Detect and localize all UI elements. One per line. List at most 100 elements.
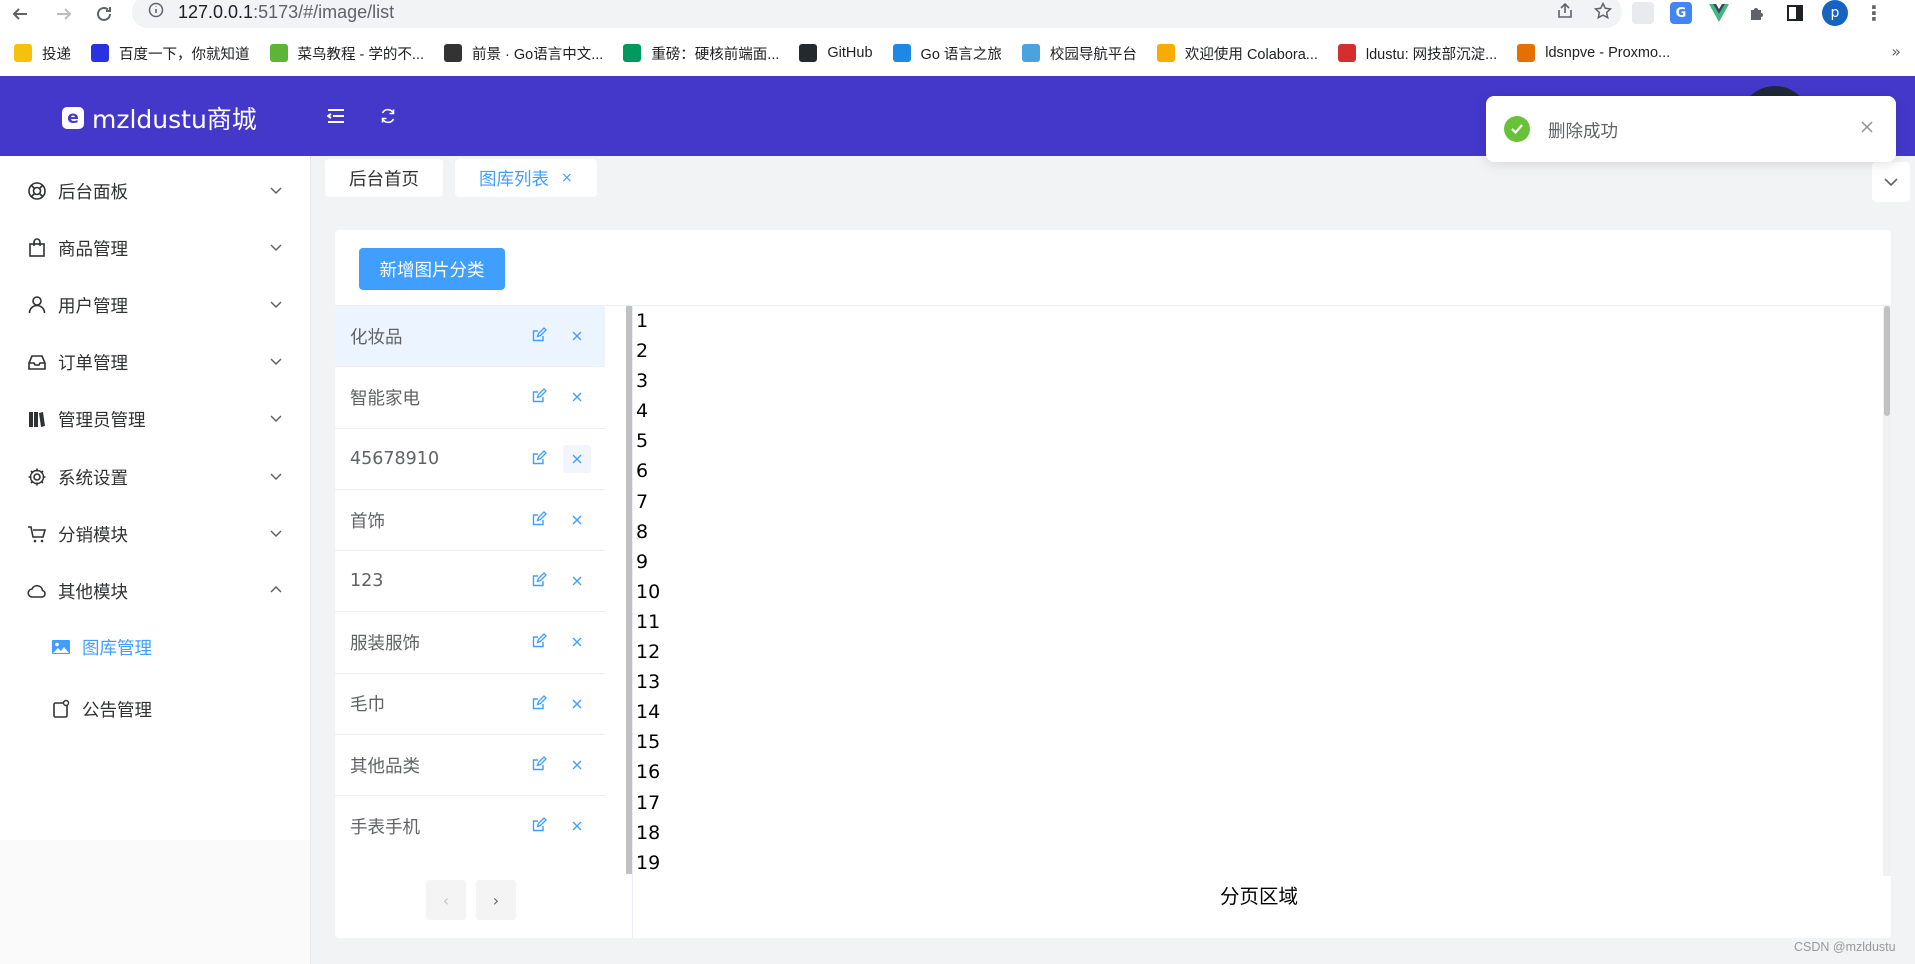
- delete-icon[interactable]: [563, 383, 591, 411]
- bookmark-item[interactable]: 百度一下，你就知道: [91, 43, 250, 64]
- image-list-card: 新增图片分类 化妆品 智能家电 45678910 首饰 123 服装服饰 毛巾 其他品类 手表手…: [335, 230, 1891, 938]
- delete-icon[interactable]: [563, 322, 591, 350]
- content-line: 1: [636, 310, 649, 332]
- category-row[interactable]: 首饰: [335, 490, 605, 552]
- chevron-down-icon: [268, 410, 286, 428]
- category-row[interactable]: 化妆品: [335, 306, 605, 368]
- content-line: 13: [636, 671, 661, 694]
- success-toast: 删除成功: [1486, 96, 1896, 162]
- bookmark-item[interactable]: 重磅：硬核前端面...: [623, 43, 779, 64]
- category-row[interactable]: 智能家电: [335, 367, 605, 429]
- side-panel-icon[interactable]: [1784, 2, 1806, 24]
- address-bar[interactable]: 127.0.0.1:5173/#/image/list: [132, 0, 1622, 28]
- sidebar: 后台面板 商品管理 用户管理 订单管理 管理员管理 系统设置 分销模块 其他模块 图库管理 公告管…: [0, 156, 311, 964]
- bookmark-label: 投递: [42, 46, 71, 63]
- watermark: CSDN @mzldustu: [1794, 940, 1896, 954]
- shopping-bag-icon: [26, 237, 48, 259]
- share-icon[interactable]: [1556, 2, 1574, 25]
- toast-close-icon[interactable]: [1858, 118, 1876, 136]
- translate-icon[interactable]: G: [1670, 2, 1692, 24]
- bookmark-item[interactable]: ldustu: 网技部沉淀...: [1337, 43, 1498, 64]
- scrollbar-thumb[interactable]: [1884, 306, 1890, 416]
- cart-icon: [26, 523, 48, 545]
- star-icon[interactable]: [1593, 1, 1613, 25]
- reload-icon[interactable]: [92, 2, 116, 26]
- content-line: 17: [636, 791, 661, 814]
- lifebuoy-icon: [26, 180, 48, 202]
- browser-menu-icon[interactable]: ⋮: [1864, 1, 1884, 25]
- profile-avatar[interactable]: p: [1822, 0, 1848, 26]
- puzzle-icon[interactable]: [1746, 2, 1768, 24]
- bookmark-favicon-icon: [1337, 44, 1356, 62]
- sidebar-subitem-notice[interactable]: 公告管理: [0, 678, 310, 740]
- edit-icon[interactable]: [531, 510, 549, 529]
- picture-icon: [50, 636, 72, 658]
- edit-icon[interactable]: [531, 756, 549, 774]
- content-line: 3: [636, 370, 649, 393]
- sidebar-item-label: 公告管理: [82, 700, 152, 721]
- notice-icon: [50, 698, 72, 720]
- category-row[interactable]: 123: [335, 551, 605, 613]
- delete-icon[interactable]: [563, 690, 591, 718]
- bookmark-item[interactable]: 欢迎使用 Colabora...: [1156, 43, 1318, 64]
- bookmark-item[interactable]: 投递: [14, 43, 71, 64]
- edit-icon[interactable]: [531, 449, 549, 468]
- delete-icon[interactable]: [563, 628, 591, 656]
- info-icon[interactable]: [148, 2, 164, 22]
- category-list: 化妆品 智能家电 45678910 首饰 123 服装服饰 毛巾 其他品类 手表手机: [335, 306, 605, 856]
- tab-home[interactable]: 后台首页: [325, 159, 443, 197]
- bookmarks-more-icon[interactable]: »: [1891, 42, 1901, 61]
- close-icon[interactable]: ×: [561, 170, 573, 186]
- bookmark-item[interactable]: 前景 · Go语言中文...: [443, 43, 603, 64]
- logo-icon: e: [62, 107, 84, 129]
- bookmark-item[interactable]: Go 语言之旅: [892, 43, 1002, 64]
- bookmark-item[interactable]: 菜鸟教程 - 学的不...: [269, 43, 424, 64]
- notebook-icon: [26, 408, 48, 430]
- success-check-icon: [1504, 116, 1530, 142]
- category-row[interactable]: 服装服饰: [335, 612, 605, 674]
- delete-icon[interactable]: [563, 812, 591, 840]
- sidebar-item-label: 系统设置: [58, 468, 128, 489]
- edit-icon[interactable]: [531, 633, 549, 651]
- prev-page-button[interactable]: ‹: [426, 880, 466, 920]
- sidebar-subitem-picture[interactable]: 图库管理: [0, 616, 310, 678]
- image-content-area: 1 2 3 4 5 6 7 8 9 10 11 12 13 14 15 16 17 18 19: [634, 306, 1884, 876]
- app-title: mzldustu商城: [92, 105, 257, 134]
- extension-blank-icon[interactable]: [1632, 2, 1654, 24]
- category-row[interactable]: 45678910: [335, 429, 605, 490]
- next-page-button[interactable]: ›: [476, 880, 516, 920]
- category-label: 123: [350, 571, 384, 592]
- fold-menu-icon[interactable]: [324, 104, 348, 128]
- tab-menu-button[interactable]: [1872, 162, 1910, 202]
- edit-icon[interactable]: [531, 817, 549, 835]
- app-logo[interactable]: e mzldustu商城: [62, 100, 257, 136]
- back-icon[interactable]: [8, 2, 32, 26]
- delete-icon[interactable]: [563, 567, 591, 595]
- content-scrollbar[interactable]: [1883, 306, 1891, 876]
- forward-icon[interactable]: [52, 2, 76, 26]
- delete-icon[interactable]: [563, 444, 591, 473]
- add-image-class-button[interactable]: 新增图片分类: [359, 248, 505, 290]
- bookmark-item[interactable]: 校园导航平台: [1021, 43, 1137, 64]
- edit-icon[interactable]: [531, 388, 549, 406]
- chevron-down-icon: [268, 353, 286, 371]
- bookmark-label: ldustu: 网技部沉淀...: [1365, 46, 1498, 63]
- edit-icon[interactable]: [531, 572, 549, 590]
- category-row[interactable]: 手表手机: [335, 796, 605, 856]
- refresh-icon[interactable]: [376, 104, 400, 128]
- category-row[interactable]: 毛巾: [335, 674, 605, 736]
- tab-image-list[interactable]: 图库列表 ×: [455, 159, 597, 197]
- delete-icon[interactable]: [563, 506, 591, 534]
- tab-label: 图库列表: [479, 169, 549, 190]
- content-line: 16: [636, 761, 661, 784]
- bookmark-favicon-icon: [269, 44, 288, 62]
- category-row[interactable]: 其他品类: [335, 735, 605, 797]
- bookmark-item[interactable]: ldsnpve - Proxmo...: [1517, 44, 1670, 62]
- delete-icon[interactable]: [563, 751, 591, 779]
- sidebar-item-label: 商品管理: [58, 239, 128, 260]
- edit-icon[interactable]: [531, 327, 549, 345]
- vue-devtools-icon[interactable]: [1708, 2, 1730, 24]
- edit-icon[interactable]: [531, 694, 549, 713]
- content-line: 15: [636, 731, 661, 754]
- bookmark-item[interactable]: GitHub: [799, 44, 873, 62]
